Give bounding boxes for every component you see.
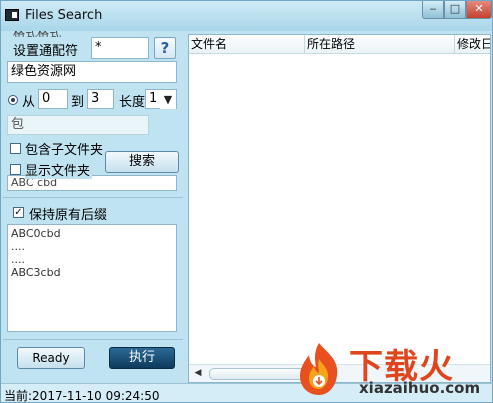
wildcard-label: 设置通配符 — [13, 44, 79, 59]
close-button[interactable]: ✕ — [466, 1, 492, 19]
window-title: Files Search — [25, 8, 103, 23]
include-subfolders-label: 包含子文件夹 — [25, 139, 106, 158]
watermark-url: xiazaihuo.com — [359, 379, 481, 397]
column-header-path[interactable]: 所在路径 — [305, 35, 455, 53]
folder-input[interactable]: 绿色资源网 — [7, 61, 177, 83]
contains-input[interactable]: 包 — [7, 115, 149, 135]
group-title-fragment: 格式格式 — [13, 31, 61, 37]
results-table[interactable]: 文件名 所在路径 修改日 ◀ — [188, 34, 491, 383]
scroll-left-icon[interactable]: ◀ — [191, 366, 205, 380]
title-bar[interactable]: Files Search ‒ □ ✕ — [1, 1, 492, 31]
maximize-button[interactable]: □ — [444, 1, 466, 19]
table-header: 文件名 所在路径 修改日 — [189, 35, 490, 54]
search-button[interactable]: 搜索 — [105, 151, 179, 173]
run-button[interactable]: 执行 — [109, 347, 175, 369]
length-label: 长度 — [119, 95, 146, 110]
show-folders-checkbox[interactable] — [10, 164, 21, 175]
keep-suffix-label: 保持原有后缀 — [29, 208, 108, 223]
preview-textarea[interactable]: ABC0cbd .... .... ABC3cbd — [7, 224, 177, 332]
status-text: 当前:2017-11-10 09:24:50 — [4, 389, 160, 403]
range-radio[interactable] — [8, 95, 18, 105]
column-header-filename[interactable]: 文件名 — [189, 35, 305, 53]
flame-logo-icon — [300, 343, 338, 395]
from-label: 从 — [22, 95, 36, 110]
options-panel: 格式格式 设置通配符 * ? 绿色资源网 从 0 到 3 长度 1 ▼ 包 AB… — [1, 31, 187, 381]
show-folders-label: 显示文件夹 — [25, 160, 93, 179]
include-subfolders-checkbox[interactable] — [10, 143, 21, 154]
help-button[interactable]: ? — [154, 37, 176, 59]
keep-suffix-checkbox[interactable]: ✓ — [13, 207, 24, 218]
preview-line: .... — [11, 240, 25, 253]
wildcard-input[interactable]: * — [91, 37, 149, 59]
files-search-window: Files Search ‒ □ ✕ 格式格式 设置通配符 * ? 绿色资源网 … — [0, 0, 493, 403]
to-input[interactable]: 3 — [87, 89, 114, 109]
column-header-modified[interactable]: 修改日 — [455, 35, 490, 53]
preview-line: .... — [11, 253, 25, 266]
ready-button[interactable]: Ready — [17, 347, 85, 369]
from-input[interactable]: 0 — [38, 89, 68, 109]
minimize-button[interactable]: ‒ — [422, 1, 444, 19]
preview-line: ABC3cbd — [11, 266, 61, 279]
chevron-down-icon[interactable]: ▼ — [160, 91, 176, 109]
to-label: 到 — [71, 95, 85, 110]
preview-line: ABC0cbd — [11, 227, 61, 240]
app-icon — [5, 9, 19, 21]
divider — [3, 197, 183, 198]
divider — [3, 339, 183, 340]
